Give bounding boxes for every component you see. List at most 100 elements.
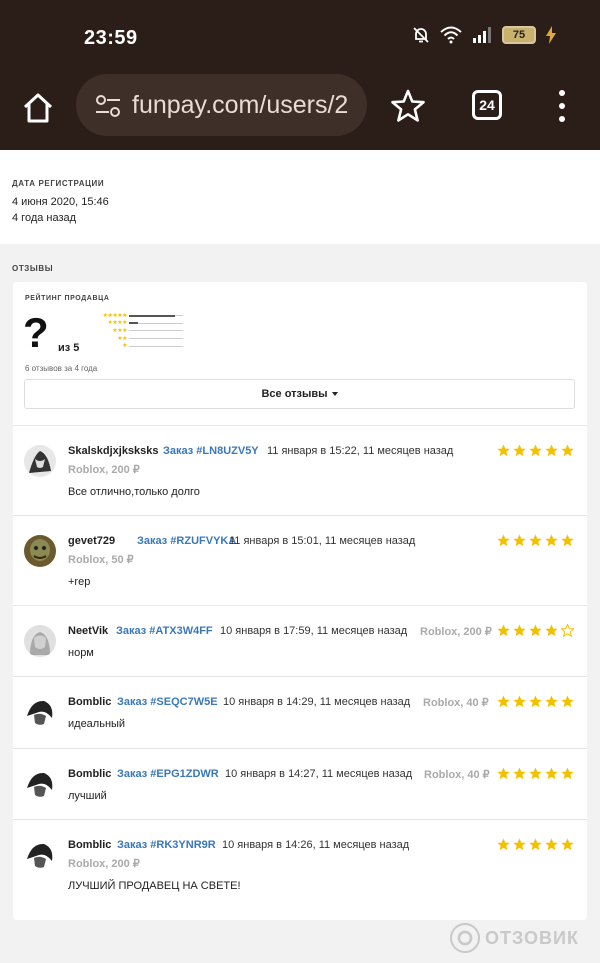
address-bar[interactable]: funpay.com/users/2 (76, 74, 367, 136)
review-text: ЛУЧШИЙ ПРОДАВЕЦ НА СВЕТЕ! (68, 880, 241, 892)
site-settings-icon[interactable] (94, 93, 122, 119)
review-rating (497, 534, 577, 547)
rating-distribution: ★★★★★ ★★★★ ★★★ ★★ ★ (89, 312, 189, 350)
review-date: 10 января в 17:59, 11 месяцев назад (220, 625, 408, 637)
home-icon[interactable] (20, 90, 56, 126)
dist-stars-icon: ★ (122, 343, 127, 350)
status-time: 23:59 (84, 27, 138, 49)
more-menu-icon[interactable] (552, 90, 572, 122)
review-text: норм (68, 647, 94, 659)
rating-count: 6 отзывов за 4 года (25, 364, 98, 373)
star-filled-icon (561, 767, 574, 780)
avatar[interactable] (24, 535, 56, 567)
review-game: Roblox, 200 ₽ (68, 464, 140, 476)
star-filled-icon (497, 444, 510, 457)
review-username[interactable]: NeetVik (68, 625, 108, 637)
review-order-link[interactable]: Заказ #EPG1ZDWR (117, 768, 219, 780)
browser-toolbar: funpay.com/users/2 24 (0, 72, 600, 150)
review-rating (497, 838, 577, 851)
review-order-link[interactable]: Заказ #LN8UZV5Y (163, 445, 259, 457)
dist-bar (129, 345, 183, 347)
charging-icon (546, 26, 556, 44)
avatar[interactable] (24, 625, 56, 657)
review-game: Roblox, 200 ₽ (68, 858, 140, 870)
reviews-section-label: ОТЗЫВЫ (12, 264, 54, 273)
rating-value: ? (23, 309, 49, 356)
rating-dist-row: ★ (89, 342, 189, 350)
watermark-text: ОТЗОВИК (485, 927, 579, 948)
review-date: 10 января в 14:27, 11 месяцев назад (225, 768, 413, 780)
avatar[interactable] (24, 445, 56, 477)
review-date: 10 января в 14:26, 11 месяцев назад (222, 839, 410, 851)
star-filled-icon (529, 695, 542, 708)
review-order-link[interactable]: Заказ #ATX3W4FF (116, 625, 213, 637)
review-text: идеальный (68, 718, 126, 730)
review-item: Skalskdjxjksksks Заказ #LN8UZV5Y 11 янва… (13, 425, 587, 515)
review-date: 11 января в 15:22, 11 месяцев назад (267, 445, 454, 457)
review-order-link[interactable]: Заказ #RK3YNR9R (117, 839, 216, 851)
review-username[interactable]: Bomblic (68, 768, 111, 780)
all-reviews-button[interactable]: Все отзывы (24, 379, 575, 409)
review-text: лучший (68, 790, 107, 802)
review-rating (497, 767, 577, 780)
review-game: Roblox, 40 ₽ (423, 697, 489, 709)
star-filled-icon (545, 838, 558, 851)
star-filled-icon (529, 838, 542, 851)
otzovik-watermark: ОТЗОВИК (450, 923, 579, 953)
status-bar: 23:59 75 (0, 0, 600, 72)
review-username[interactable]: Bomblic (68, 696, 111, 708)
review-username[interactable]: Bomblic (68, 839, 111, 851)
review-order-link[interactable]: Заказ #RZUFVYKA (137, 535, 236, 547)
star-filled-icon (545, 444, 558, 457)
caret-down-icon (331, 392, 338, 396)
otzovik-logo-icon (450, 923, 480, 953)
star-filled-icon (545, 534, 558, 547)
review-item: Bomblic Заказ #EPG1ZDWR 10 января в 14:2… (13, 748, 587, 819)
review-text: Все отлично,только долго (68, 486, 200, 498)
star-filled-icon (561, 534, 574, 547)
dist-bar (129, 330, 183, 332)
dist-bar-fill (129, 322, 139, 325)
star-filled-icon (497, 767, 510, 780)
star-filled-icon (513, 838, 526, 851)
rating-dist-row: ★★★★ (89, 320, 189, 328)
status-icons: 75 (412, 26, 556, 44)
registration-label: ДАТА РЕГИСТРАЦИИ (12, 179, 105, 188)
reviews-card: РЕЙТИНГ ПРОДАВЦА ? из 5 ★★★★★ ★★★★ ★★★ ★★ ★ … (13, 282, 587, 920)
star-empty-icon (561, 624, 574, 637)
star-filled-icon (561, 838, 574, 851)
avatar[interactable] (24, 696, 56, 728)
star-filled-icon (561, 444, 574, 457)
avatar[interactable] (24, 839, 56, 871)
star-filled-icon (529, 444, 542, 457)
star-filled-icon (513, 444, 526, 457)
rating-dist-row: ★★★ (89, 327, 189, 335)
review-username[interactable]: Skalskdjxjksksks (68, 445, 159, 457)
avatar[interactable] (24, 768, 56, 800)
all-reviews-label: Все отзывы (261, 388, 328, 400)
star-filled-icon (513, 534, 526, 547)
review-date: 10 января в 14:29, 11 месяцев назад (223, 696, 411, 708)
dist-bar (129, 314, 183, 317)
star-filled-icon (529, 534, 542, 547)
dist-stars-icon: ★★ (117, 335, 127, 342)
review-item: gevet729 Заказ #RZUFVYKA 11 января в 15:… (13, 515, 587, 605)
review-text: +rep (68, 576, 91, 588)
dist-stars-icon: ★★★ (112, 327, 127, 334)
dist-stars-icon: ★★★★★ (102, 312, 128, 319)
tabs-icon[interactable]: 24 (472, 90, 502, 120)
dist-stars-icon: ★★★★ (107, 320, 127, 327)
star-filled-icon (497, 695, 510, 708)
registration-date: 4 июня 2020, 15:46 (12, 196, 109, 208)
star-filled-icon (529, 624, 542, 637)
star-filled-icon (513, 695, 526, 708)
bookmark-star-icon[interactable] (390, 88, 426, 124)
star-filled-icon (545, 624, 558, 637)
battery-icon: 75 (502, 26, 536, 44)
seller-rating-label: РЕЙТИНГ ПРОДАВЦА (25, 295, 110, 302)
review-rating (497, 624, 577, 637)
review-order-link[interactable]: Заказ #SEQC7W5E (117, 696, 218, 708)
review-username[interactable]: gevet729 (68, 535, 115, 547)
rating-dist-row: ★★★★★ (89, 312, 189, 320)
signal-icon (473, 27, 491, 43)
